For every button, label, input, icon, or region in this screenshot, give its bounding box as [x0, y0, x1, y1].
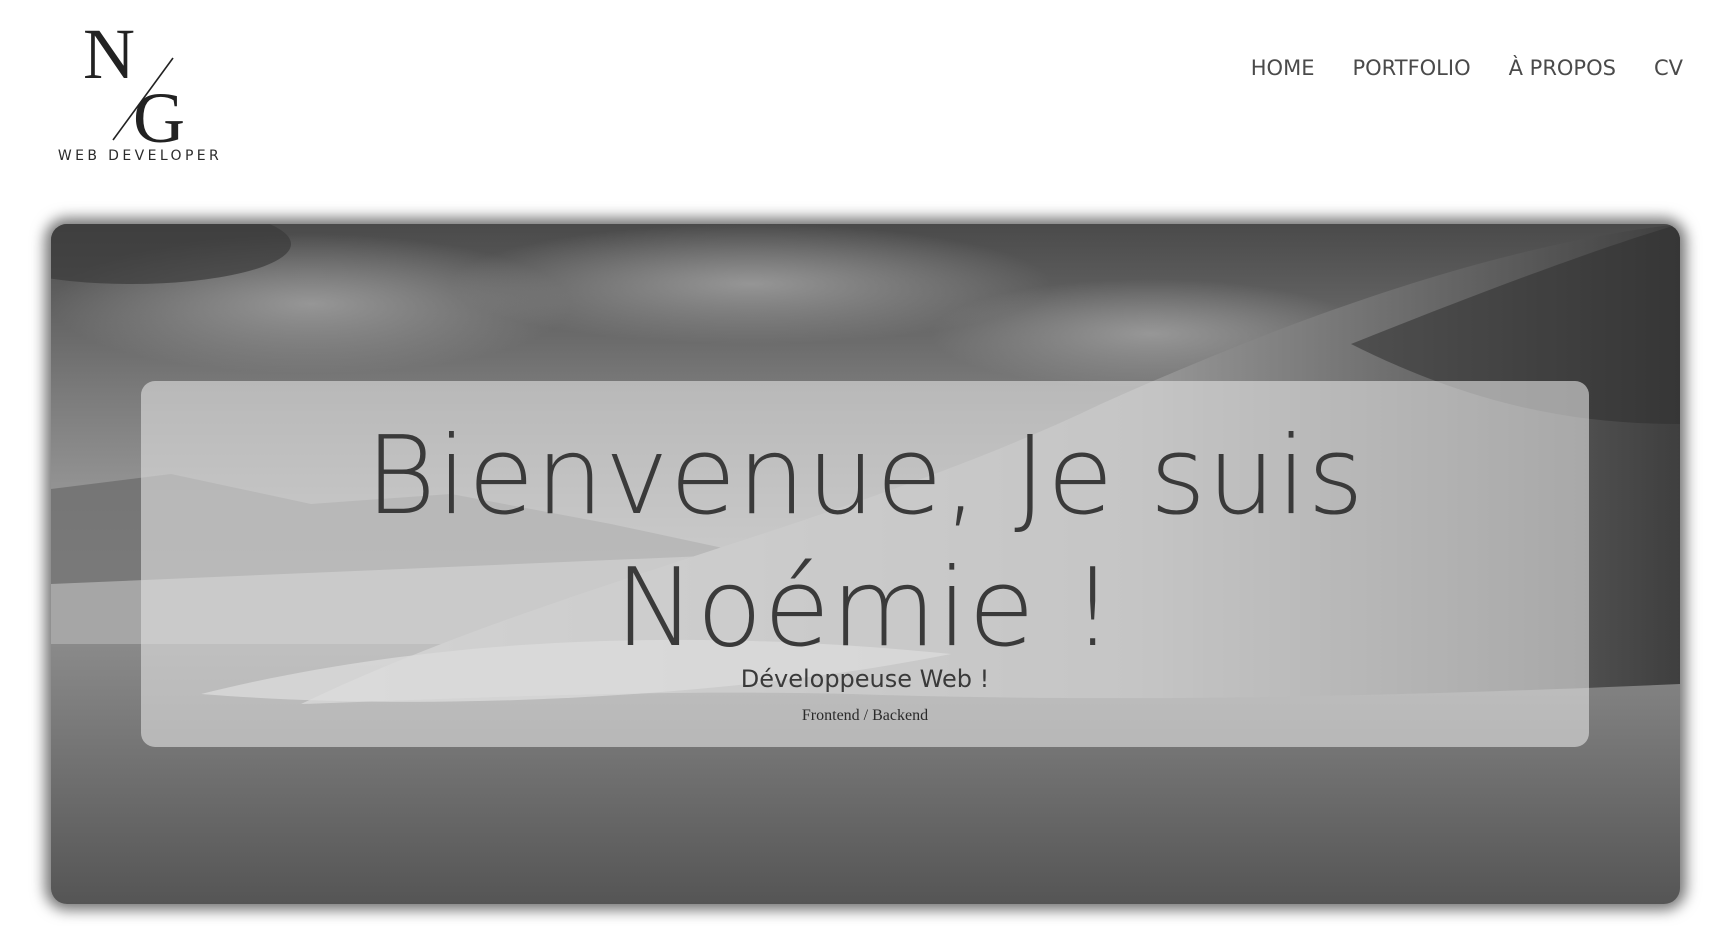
hero-subtitle: Développeuse Web ! — [740, 665, 990, 693]
main-nav: HOME PORTFOLIO À PROPOS CV — [1251, 56, 1683, 80]
hero-title: Bienvenue, Je suis Noémie ! — [141, 411, 1589, 675]
logo-tagline: WEB DEVELOPER — [57, 148, 223, 164]
nav-item-a-propos[interactable]: À PROPOS — [1509, 56, 1616, 80]
nav-item-portfolio[interactable]: PORTFOLIO — [1352, 56, 1470, 80]
page: N G WEB DEVELOPER HOME PORTFOLIO À PROPO… — [0, 0, 1733, 926]
logo-letter-n: N — [83, 18, 135, 94]
logo-monogram: N G — [55, 18, 225, 148]
hero-intro-card: Bienvenue, Je suis Noémie ! Développeuse… — [141, 381, 1589, 747]
nav-item-home[interactable]: HOME — [1251, 56, 1315, 80]
logo-letter-g: G — [133, 78, 185, 148]
hero-title-line-1: Bienvenue, Je suis — [365, 414, 1365, 539]
nav-item-cv[interactable]: CV — [1654, 56, 1683, 80]
hero-tagline: Frontend / Backend — [801, 707, 929, 724]
site-logo[interactable]: N G WEB DEVELOPER — [55, 18, 225, 168]
hero-title-line-2: Noémie ! — [614, 546, 1116, 671]
hero-banner: Bienvenue, Je suis Noémie ! Développeuse… — [51, 224, 1680, 904]
